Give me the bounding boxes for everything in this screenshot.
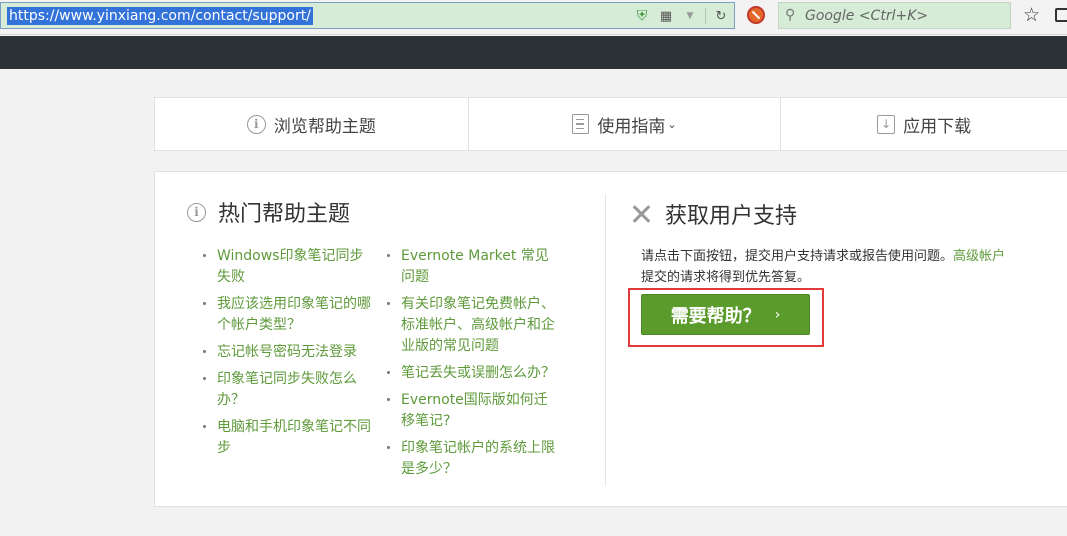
tab-user-guide[interactable]: 使用指南 ⌄ bbox=[467, 98, 781, 150]
desc-tail: 提交的请求将得到优先答复。 bbox=[641, 270, 811, 285]
search-placeholder: Google <Ctrl+K> bbox=[805, 8, 929, 24]
address-bar-icons: ⛨ ▦ ▼ ↻ bbox=[633, 6, 730, 26]
support-description: 请点击下面按钮，提交用户支持请求或报告使用问题。高级帐户提交的请求将得到优先答复… bbox=[641, 246, 1011, 288]
topic-link[interactable]: Evernote国际版如何迁移笔记? bbox=[385, 390, 560, 432]
adblock-icon[interactable] bbox=[747, 6, 765, 24]
search-icon: ⚲ bbox=[785, 7, 796, 23]
tools-icon bbox=[631, 203, 653, 225]
section-title: 获取用户支持 bbox=[665, 204, 798, 229]
topic-list-right: Evernote Market 常见问题 有关印象笔记免费帐户、标准帐户、高级帐… bbox=[385, 246, 560, 486]
get-support-heading: 获取用户支持 bbox=[631, 198, 797, 230]
desc-text: 请点击下面按钮，提交用户支持请求或报告使用问题。 bbox=[641, 249, 954, 264]
topic-link[interactable]: 忘记帐号密码无法登录 bbox=[201, 342, 371, 363]
tab-label: 应用下载 bbox=[903, 116, 972, 137]
topic-link[interactable]: 我应该选用印象笔记的哪个帐户类型？ bbox=[201, 294, 371, 336]
info-circle-icon: i bbox=[246, 114, 266, 134]
popular-topics-heading: i 热门帮助主题 bbox=[187, 196, 350, 228]
topic-link[interactable]: 电脑和手机印象笔记不同步 bbox=[201, 417, 371, 459]
premium-account-link[interactable]: 高级帐户 bbox=[953, 249, 1005, 264]
tab-app-download[interactable]: ↓ 应用下载 bbox=[780, 98, 1067, 150]
need-help-button[interactable]: 需要帮助？ › bbox=[641, 294, 810, 335]
section-title: 热门帮助主题 bbox=[218, 202, 351, 227]
topic-link[interactable]: 笔记丢失或误删怎么办？ bbox=[385, 363, 560, 384]
topic-link[interactable]: 有关印象笔记免费帐户、标准帐户、高级帐户和企业版的常见问题 bbox=[385, 294, 560, 357]
chevron-down-icon: ⌄ bbox=[667, 117, 677, 131]
qr-code-icon[interactable]: ▦ bbox=[657, 7, 675, 25]
chevron-right-icon: › bbox=[774, 306, 781, 323]
url-text[interactable]: https://www.yinxiang.com/contact/support… bbox=[7, 7, 313, 25]
topic-link[interactable]: Evernote Market 常见问题 bbox=[385, 246, 560, 288]
dropdown-arrow-icon[interactable]: ▼ bbox=[681, 7, 699, 25]
topic-link[interactable]: Windows印象笔记同步失败 bbox=[201, 246, 371, 288]
reload-icon[interactable]: ↻ bbox=[712, 7, 730, 25]
browser-toolbar: https://www.yinxiang.com/contact/support… bbox=[0, 0, 1067, 35]
separator bbox=[705, 8, 706, 24]
nav-tabs: i 浏览帮助主题 使用指南 ⌄ ↓ 应用下载 bbox=[154, 97, 1067, 151]
section-divider bbox=[605, 194, 606, 486]
reading-list-icon[interactable] bbox=[1055, 8, 1067, 22]
tab-label: 浏览帮助主题 bbox=[273, 116, 376, 137]
search-bar[interactable]: ⚲ Google <Ctrl+K> bbox=[778, 2, 1011, 29]
info-circle-icon: i bbox=[187, 202, 206, 222]
topic-list-left: Windows印象笔记同步失败 我应该选用印象笔记的哪个帐户类型？ 忘记帐号密码… bbox=[201, 246, 371, 465]
topic-link[interactable]: 印象笔记帐户的系统上限是多少？ bbox=[385, 438, 560, 480]
bookmark-star-icon[interactable]: ☆ bbox=[1023, 4, 1040, 26]
document-icon bbox=[572, 114, 590, 134]
tab-browse-topics[interactable]: i 浏览帮助主题 bbox=[155, 98, 468, 150]
site-header bbox=[0, 36, 1067, 69]
topic-link[interactable]: 印象笔记同步失败怎么办？ bbox=[201, 369, 371, 411]
address-bar[interactable]: https://www.yinxiang.com/contact/support… bbox=[0, 2, 735, 29]
shield-icon[interactable]: ⛨ bbox=[633, 7, 651, 25]
button-label: 需要帮助？ bbox=[670, 305, 761, 327]
download-icon: ↓ bbox=[877, 114, 896, 134]
support-card: i 热门帮助主题 Windows印象笔记同步失败 我应该选用印象笔记的哪个帐户类… bbox=[154, 171, 1067, 507]
tab-label: 使用指南 bbox=[597, 116, 666, 137]
